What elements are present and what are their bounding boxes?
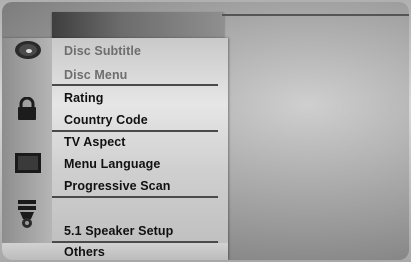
menu-item-country-code[interactable]: Country Code <box>64 113 148 127</box>
group-divider <box>52 84 218 86</box>
disc-icon <box>14 40 42 65</box>
screen: Disc Subtitle Disc Menu Rating Country C… <box>2 2 409 260</box>
menu-title-bar <box>52 12 224 38</box>
menu-item-disc-menu[interactable]: Disc Menu <box>64 68 127 82</box>
menu-item-rating[interactable]: Rating <box>64 91 104 105</box>
group-divider <box>52 196 218 198</box>
menu-item-menu-language[interactable]: Menu Language <box>64 157 160 171</box>
group-divider <box>52 130 218 132</box>
speaker-icon <box>16 199 38 234</box>
title-divider <box>222 14 409 16</box>
lock-icon <box>16 96 38 126</box>
menu-item-disc-subtitle[interactable]: Disc Subtitle <box>64 44 141 58</box>
menu-item-progressive-scan[interactable]: Progressive Scan <box>64 179 171 193</box>
menu-item-speaker-setup[interactable]: 5.1 Speaker Setup <box>64 224 173 238</box>
others-row <box>2 243 228 260</box>
menu-item-tv-aspect[interactable]: TV Aspect <box>64 135 126 149</box>
screen-icon <box>14 152 42 179</box>
menu-item-others[interactable]: Others <box>64 245 105 259</box>
